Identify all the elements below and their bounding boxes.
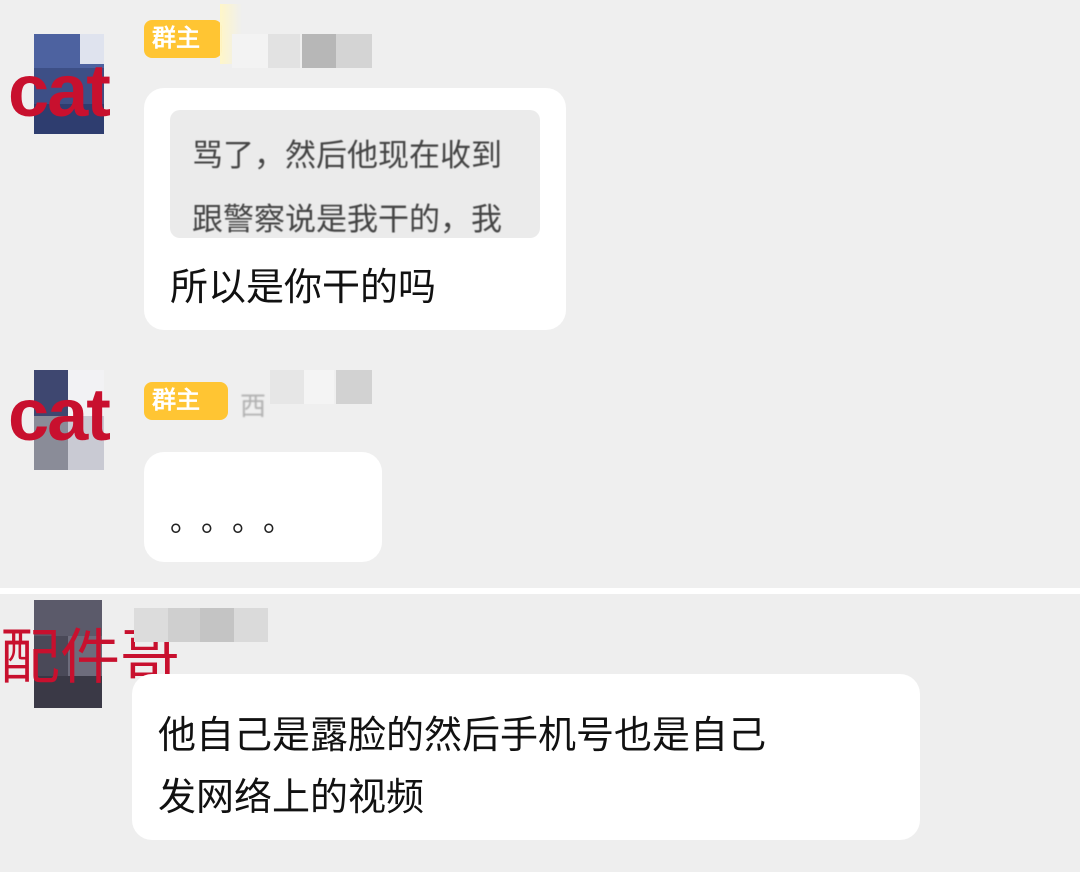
message-bubble[interactable]: 他自己是露脸的然后手机号也是自己 发网络上的视频 xyxy=(132,674,920,840)
sender-name-redacted xyxy=(134,608,270,642)
message-bubble[interactable]: 。。。。 xyxy=(144,452,382,562)
overlay-label: cat xyxy=(8,373,111,456)
quoted-message[interactable]: 骂了，然后他现在收到 跟警察说是我干的，我 xyxy=(170,110,540,238)
quote-line: 骂了，然后他现在收到 xyxy=(192,138,502,174)
message-line: 发网络上的视频 xyxy=(158,775,425,819)
overlay-label: cat xyxy=(8,49,111,132)
role-badge: 群主 xyxy=(144,382,228,420)
sender-name-fragment: 西 xyxy=(240,392,267,422)
quote-line: 跟警察说是我干的，我 xyxy=(192,202,502,238)
message-text: 他自己是露脸的然后手机号也是自己 发网络上的视频 xyxy=(158,704,766,828)
chat-panel-bottom: 配件哥 他自己是露脸的然后手机号也是自己 发网络上的视频 xyxy=(0,594,1080,872)
message-line: 他自己是露脸的然后手机号也是自己 xyxy=(158,713,767,757)
message-bubble[interactable]: 骂了，然后他现在收到 跟警察说是我干的，我 所以是你干的吗 xyxy=(144,88,566,330)
sender-name-redacted xyxy=(270,370,374,404)
message-text: 所以是你干的吗 xyxy=(170,265,437,309)
sender-name-redacted xyxy=(232,34,372,68)
message-text: 。。。。 xyxy=(170,504,309,539)
role-badge: 群主 xyxy=(144,20,222,58)
chat-panel-top: cat 群主 骂了，然后他现在收到 跟警察说是我干的，我 所以是你干的吗 cat… xyxy=(0,0,1080,588)
